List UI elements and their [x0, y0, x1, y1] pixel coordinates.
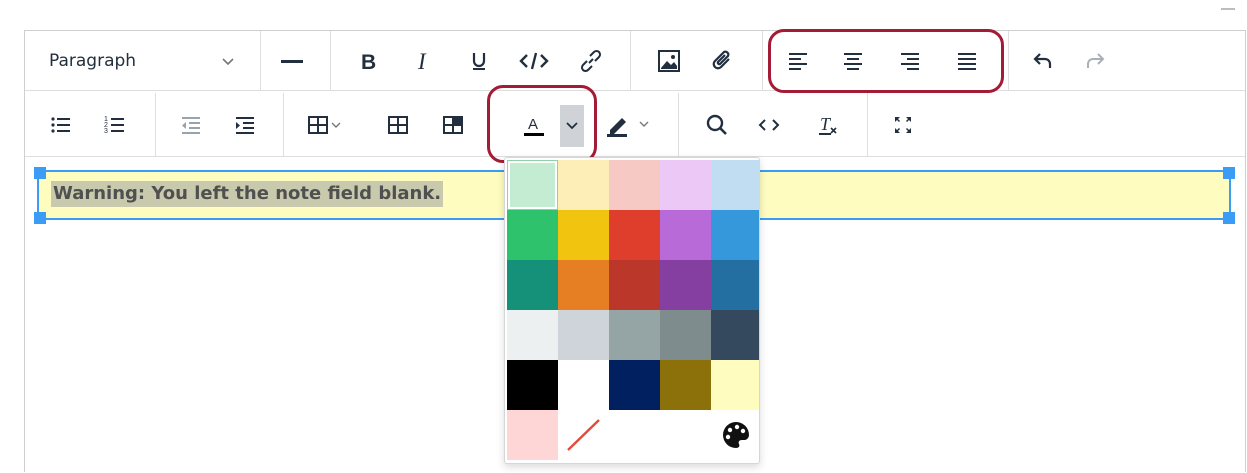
table-cell-icon[interactable]	[435, 107, 471, 143]
toolbar-row-2: 123 A T	[25, 85, 1245, 163]
color-swatch[interactable]	[558, 210, 609, 260]
toolbar-separator	[630, 31, 631, 90]
toolbar-row-1: Paragraph B I	[25, 29, 1245, 93]
window-corner-mark	[1221, 8, 1235, 10]
source-code-icon[interactable]	[751, 107, 787, 143]
rich-text-editor: Paragraph B I 1 2 3 A T Warning: You lef…	[24, 29, 1246, 472]
color-swatch[interactable]	[711, 260, 759, 310]
search-icon[interactable]	[699, 107, 735, 143]
link-icon[interactable]	[571, 43, 611, 79]
svg-text:T: T	[820, 114, 832, 134]
color-swatch[interactable]	[711, 160, 759, 210]
text-color-icon[interactable]: A	[510, 105, 558, 145]
color-swatch[interactable]	[507, 210, 558, 260]
svg-text:A: A	[528, 116, 538, 133]
numbered-list-icon[interactable]: 123	[97, 107, 133, 143]
horizontal-line-icon[interactable]	[272, 43, 312, 79]
color-swatch[interactable]	[507, 260, 558, 310]
bold-icon[interactable]: B	[350, 43, 386, 79]
color-swatch[interactable]	[660, 260, 711, 310]
outdent-icon[interactable]	[173, 107, 209, 143]
table-props-icon[interactable]	[380, 107, 416, 143]
toolbar-separator	[155, 93, 156, 156]
code-icon[interactable]	[514, 43, 554, 79]
highlight-icon[interactable]	[598, 105, 662, 145]
block-format-value: Paragraph	[49, 51, 137, 71]
color-swatch[interactable]	[507, 360, 558, 410]
svg-text:B: B	[361, 51, 376, 73]
chevron-down-icon	[221, 53, 235, 73]
svg-text:3: 3	[104, 128, 108, 135]
color-swatch[interactable]	[507, 160, 558, 210]
toolbar-separator	[330, 31, 331, 90]
text-color-dropdown[interactable]	[560, 105, 584, 147]
undo-icon[interactable]	[1025, 43, 1061, 79]
color-swatch[interactable]	[711, 310, 759, 360]
clear-format-icon[interactable]: T	[809, 107, 845, 143]
toolbar-separator	[1008, 31, 1009, 90]
paragraph-text: Warning: You left the note field blank.	[51, 181, 444, 207]
resize-handle-bottom-right[interactable]	[1223, 212, 1235, 224]
bullet-list-icon[interactable]	[43, 107, 79, 143]
palette-icon[interactable]	[711, 410, 759, 460]
resize-handle-top-left[interactable]	[34, 167, 46, 179]
paperclip-icon[interactable]	[703, 43, 743, 79]
toolbar-separator	[678, 93, 679, 156]
resize-handle-top-right[interactable]	[1223, 167, 1235, 179]
indent-icon[interactable]	[227, 107, 263, 143]
color-swatch[interactable]	[558, 260, 609, 310]
color-swatch[interactable]	[558, 160, 609, 210]
color-swatch[interactable]	[507, 410, 558, 460]
align-right-icon[interactable]	[892, 43, 928, 79]
color-swatch[interactable]	[609, 260, 660, 310]
toolbar-separator	[489, 93, 490, 156]
toolbar-separator	[867, 93, 868, 156]
toolbar-separator	[260, 31, 261, 90]
color-swatch[interactable]	[660, 210, 711, 260]
toolbar-separator	[283, 93, 284, 156]
block-format-select[interactable]: Paragraph	[25, 31, 260, 91]
redo-icon[interactable]	[1077, 43, 1113, 79]
color-swatch[interactable]	[609, 160, 660, 210]
color-swatch[interactable]	[609, 360, 660, 410]
align-center-icon[interactable]	[835, 43, 871, 79]
color-swatch[interactable]	[711, 360, 759, 410]
remove-color-icon[interactable]	[558, 410, 609, 460]
toolbar-separator	[762, 31, 763, 90]
align-left-icon[interactable]	[780, 43, 816, 79]
color-swatch[interactable]	[507, 310, 558, 360]
color-swatch[interactable]	[609, 310, 660, 360]
align-justify-icon[interactable]	[949, 43, 985, 79]
color-swatch[interactable]	[558, 360, 609, 410]
color-swatch[interactable]	[660, 160, 711, 210]
image-icon[interactable]	[649, 43, 689, 79]
chevron-down-icon	[565, 119, 579, 133]
table-icon[interactable]	[301, 107, 351, 143]
italic-icon[interactable]: I	[406, 43, 442, 79]
color-swatch[interactable]	[711, 210, 759, 260]
color-swatch[interactable]	[660, 360, 711, 410]
color-palette-dropdown	[504, 157, 760, 464]
svg-text:I: I	[417, 49, 427, 73]
color-swatch[interactable]	[660, 310, 711, 360]
color-swatch[interactable]	[609, 210, 660, 260]
color-swatch[interactable]	[558, 310, 609, 360]
underline-icon[interactable]	[461, 43, 497, 79]
resize-handle-bottom-left[interactable]	[34, 212, 46, 224]
fullscreen-icon[interactable]	[885, 107, 921, 143]
